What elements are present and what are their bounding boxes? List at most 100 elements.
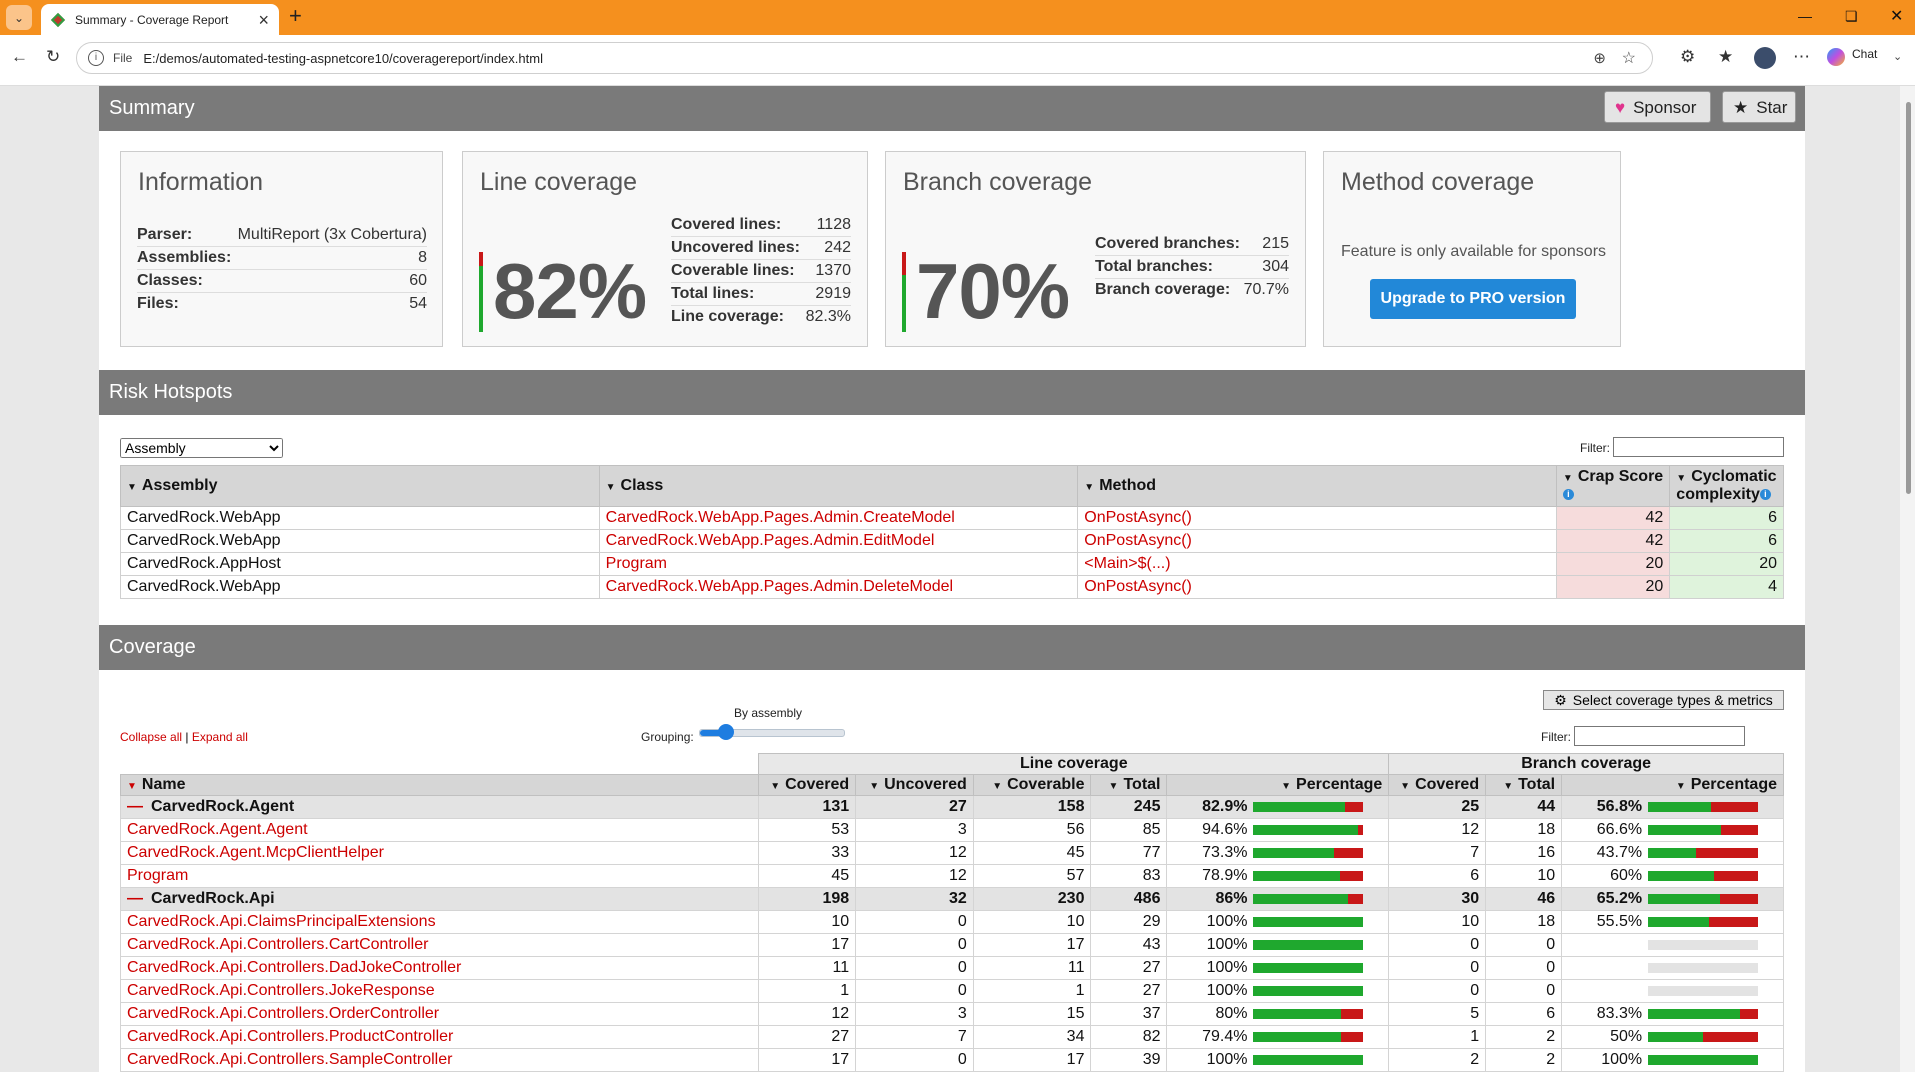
sponsor-button[interactable]: ♥ Sponsor: [1604, 91, 1711, 123]
info-row: Files: 54: [137, 295, 427, 312]
class-link[interactable]: Program: [598, 552, 1079, 576]
method-link[interactable]: <Main>$(...): [1077, 552, 1557, 576]
class-link[interactable]: CarvedRock.Api.Controllers.CartControlle…: [119, 933, 760, 957]
class-link[interactable]: CarvedRock.WebApp.Pages.Admin.EditModel: [598, 529, 1079, 553]
coverage-filter-input[interactable]: [1574, 726, 1745, 746]
url-scheme: File: [113, 51, 133, 65]
class-link[interactable]: CarvedRock.Api.Controllers.DadJokeContro…: [119, 956, 760, 980]
line-coverage-bar: [1253, 939, 1364, 950]
class-link[interactable]: CarvedRock.Api.Controllers.SampleControl…: [119, 1048, 760, 1072]
report-page: Summary ♥ Sponsor ★ Star Information Parse…: [99, 86, 1805, 1072]
back-icon[interactable]: ←: [11, 48, 28, 65]
table-row: CarvedRock.WebApp CarvedRock.WebApp.Pages…: [120, 529, 1784, 553]
class-link[interactable]: CarvedRock.WebApp.Pages.Admin.DeleteMode…: [598, 575, 1079, 599]
column-header-branch-total[interactable]: ▼ Total: [1485, 774, 1563, 796]
column-header-method[interactable]: ▼ Method: [1077, 465, 1557, 507]
scroll-thumb[interactable]: [1906, 102, 1911, 494]
line-coverage-bar: [1253, 985, 1364, 996]
method-link[interactable]: OnPostAsync(): [1077, 506, 1557, 530]
collapse-icon[interactable]: —: [127, 890, 143, 907]
collapse-all-link[interactable]: Collapse all: [120, 730, 182, 744]
grouping-slider[interactable]: [699, 724, 845, 740]
favorite-star-icon[interactable]: ☆: [1622, 48, 1636, 68]
card-title: Branch coverage: [903, 168, 1093, 196]
slider-knob[interactable]: [718, 724, 734, 740]
line-row: Line coverage: 82.3%: [671, 308, 851, 325]
class-row: CarvedRock.Agent.McpClientHelper 33 12 45 77…: [119, 841, 1784, 865]
new-tab-icon[interactable]: +: [289, 5, 302, 27]
browser-nav-bar: ← ↻ i File E:/demos/automated-testing-as…: [0, 35, 1915, 86]
branch-coverage-bar: [1648, 916, 1759, 927]
class-row: CarvedRock.Api.Controllers.OrderControll…: [119, 1002, 1784, 1026]
chat-label[interactable]: Chat: [1852, 47, 1877, 61]
info-icon[interactable]: i: [1562, 489, 1574, 501]
column-header-covered[interactable]: ▼ Covered: [758, 774, 857, 796]
risk-filter-input[interactable]: [1613, 437, 1784, 457]
line-coverage-gauge: [479, 252, 483, 332]
card-title: Line coverage: [480, 168, 638, 196]
info-row: Classes: 60: [137, 270, 427, 293]
assembly-name[interactable]: — CarvedRock.Agent: [119, 795, 760, 819]
restore-icon[interactable]: ❏: [1845, 8, 1858, 25]
branch-coverage-bar: [1648, 824, 1759, 835]
zoom-icon[interactable]: ⊕: [1593, 49, 1606, 67]
chevron-down-icon[interactable]: ⌄: [1893, 50, 1902, 63]
collapse-icon[interactable]: —: [127, 798, 143, 815]
method-link[interactable]: OnPostAsync(): [1077, 529, 1557, 553]
branch-coverage-card: Branch coverage 70% Covered branches: 215…: [885, 151, 1306, 347]
column-header-assembly[interactable]: ▼ Assembly: [120, 465, 600, 507]
line-coverage-bar: [1253, 847, 1364, 858]
branch-coverage-bar: [1648, 1054, 1759, 1065]
class-link[interactable]: CarvedRock.Api.ClaimsPrincipalExtensions: [119, 910, 760, 934]
assembly-name[interactable]: — CarvedRock.Api: [119, 887, 760, 911]
close-icon[interactable]: ×: [258, 11, 269, 29]
vertical-scrollbar[interactable]: [1902, 86, 1915, 1072]
minimize-icon[interactable]: —: [1798, 8, 1812, 24]
avatar[interactable]: [1754, 47, 1776, 69]
column-header-class[interactable]: ▼ Class: [598, 465, 1079, 507]
class-link[interactable]: CarvedRock.Agent.McpClientHelper: [119, 841, 760, 865]
column-header-total[interactable]: ▼ Total: [1090, 774, 1168, 796]
more-icon[interactable]: ⋯: [1793, 48, 1810, 65]
select-metrics-button[interactable]: ⚙ Select coverage types & metrics: [1543, 690, 1784, 710]
column-header-coverable[interactable]: ▼ Coverable: [972, 774, 1092, 796]
refresh-icon[interactable]: ↻: [46, 48, 60, 65]
column-header-crap-score[interactable]: ▼ Crap Score i: [1555, 465, 1671, 507]
column-header-branch-covered[interactable]: ▼ Covered: [1388, 774, 1487, 796]
tab-list-button[interactable]: ⌄: [6, 5, 32, 30]
favorites-icon[interactable]: ★: [1718, 48, 1733, 65]
upgrade-button[interactable]: Upgrade to PRO version: [1370, 279, 1576, 319]
info-icon[interactable]: i: [1759, 489, 1771, 501]
table-row: CarvedRock.AppHost Program <Main>$(...) 20 2…: [120, 552, 1784, 576]
address-bar[interactable]: i File E:/demos/automated-testing-aspnet…: [76, 42, 1653, 74]
card-title: Method coverage: [1341, 168, 1535, 196]
collapse-expand-links: Collapse all | Expand all: [120, 730, 248, 744]
star-button[interactable]: ★ Star: [1722, 91, 1796, 123]
class-link[interactable]: CarvedRock.WebApp.Pages.Admin.CreateMode…: [598, 506, 1079, 530]
column-header-name[interactable]: ▼ Name: [119, 774, 760, 796]
class-link[interactable]: Program: [119, 864, 760, 888]
class-link[interactable]: CarvedRock.Api.Controllers.ProductContro…: [119, 1025, 760, 1049]
coverage-header: Coverage: [99, 625, 1805, 670]
coverage-table: Line coverage Branch coverage ▼ Name ▼ Cov…: [119, 753, 1784, 1072]
url-text[interactable]: E:/demos/automated-testing-aspnetcore10/…: [143, 51, 543, 66]
star-icon: ★: [1733, 97, 1749, 117]
risk-grouping-select[interactable]: Assembly: [120, 438, 283, 458]
column-header-branch-percentage[interactable]: ▼ Percentage: [1561, 774, 1784, 796]
column-header-percentage[interactable]: ▼ Percentage: [1166, 774, 1390, 796]
line-coverage-bar: [1253, 1008, 1364, 1019]
class-link[interactable]: CarvedRock.Api.Controllers.JokeResponse: [119, 979, 760, 1003]
class-link[interactable]: CarvedRock.Agent.Agent: [119, 818, 760, 842]
class-link[interactable]: CarvedRock.Api.Controllers.OrderControll…: [119, 1002, 760, 1026]
branch-coverage-bar: [1648, 939, 1759, 950]
info-icon[interactable]: i: [88, 50, 104, 66]
browser-tab[interactable]: Summary - Coverage Report ×: [41, 4, 279, 35]
copilot-icon[interactable]: [1827, 48, 1845, 66]
branch-coverage-gauge: [902, 252, 906, 332]
extensions-icon[interactable]: ⚙: [1680, 48, 1695, 65]
column-header-cyclomatic-complexity[interactable]: ▼ Cyclomatic complexity i: [1669, 465, 1784, 507]
column-header-uncovered[interactable]: ▼ Uncovered: [855, 774, 974, 796]
window-close-icon[interactable]: ✕: [1890, 6, 1903, 26]
expand-all-link[interactable]: Expand all: [192, 730, 248, 744]
method-link[interactable]: OnPostAsync(): [1077, 575, 1557, 599]
